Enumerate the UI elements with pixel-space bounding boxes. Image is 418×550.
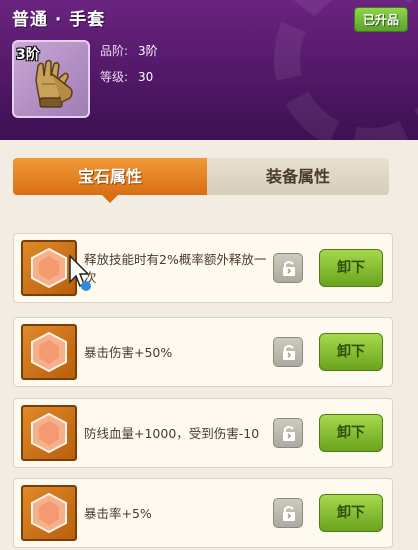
gem-icon (31, 492, 67, 534)
lock-button[interactable] (273, 253, 303, 283)
gem-effect: 暴击率+5% (84, 506, 152, 521)
gem-slot-2: 暴击伤害+50% 卸下 (13, 317, 393, 387)
lock-icon (283, 506, 295, 521)
unload-button[interactable]: 卸下 (319, 414, 383, 452)
gem-effect: 防线血量+1000，受到伤害-10 (84, 426, 260, 441)
gem-icon-frame[interactable] (21, 324, 77, 380)
lock-button[interactable] (273, 337, 303, 367)
gem-icon-frame[interactable] (21, 405, 77, 461)
item-title: 普通 · 手套 (12, 10, 106, 30)
lock-button[interactable] (273, 498, 303, 528)
gem-effect: 暴击伤害+50% (84, 345, 173, 360)
item-tier-label: 3阶 (16, 47, 40, 63)
stat-value: 3阶 (138, 44, 158, 58)
item-header: 普通 · 手套 已升品 3阶 品阶: 3阶 等级: 30 (0, 0, 418, 140)
attribute-tabs: 宝石属性 装备属性 (13, 158, 389, 203)
upgraded-badge: 已升品 (353, 7, 408, 32)
lock-button[interactable] (273, 418, 303, 448)
tab-gem-attributes[interactable]: 宝石属性 (13, 158, 207, 203)
stat-grade: 品阶: 3阶 (100, 42, 158, 59)
item-icon-frame[interactable]: 3阶 (12, 40, 90, 118)
gem-slot-4: 暴击率+5% 卸下 (13, 478, 393, 548)
unload-button[interactable]: 卸下 (319, 494, 383, 532)
stat-label: 等级: (100, 70, 129, 84)
gem-icon-frame[interactable] (21, 485, 77, 541)
lock-icon (283, 261, 295, 276)
stat-level: 等级: 30 (100, 68, 153, 85)
gem-icon (31, 331, 67, 373)
stat-value: 30 (138, 70, 154, 84)
lock-icon (283, 345, 295, 360)
gem-effect: 释放技能时有2%概率额外释放一次 (84, 252, 267, 285)
gloves-icon (35, 59, 73, 108)
unload-button[interactable]: 卸下 (319, 333, 383, 371)
gem-slot-3: 防线血量+1000，受到伤害-10 卸下 (13, 398, 393, 468)
gem-icon (31, 247, 67, 289)
gem-icon (31, 412, 67, 454)
unload-button[interactable]: 卸下 (319, 249, 383, 287)
stat-label: 品阶: (100, 44, 129, 58)
mouse-cursor-icon (69, 254, 91, 291)
tab-equipment-attributes[interactable]: 装备属性 (207, 158, 389, 195)
lock-icon (283, 426, 295, 441)
